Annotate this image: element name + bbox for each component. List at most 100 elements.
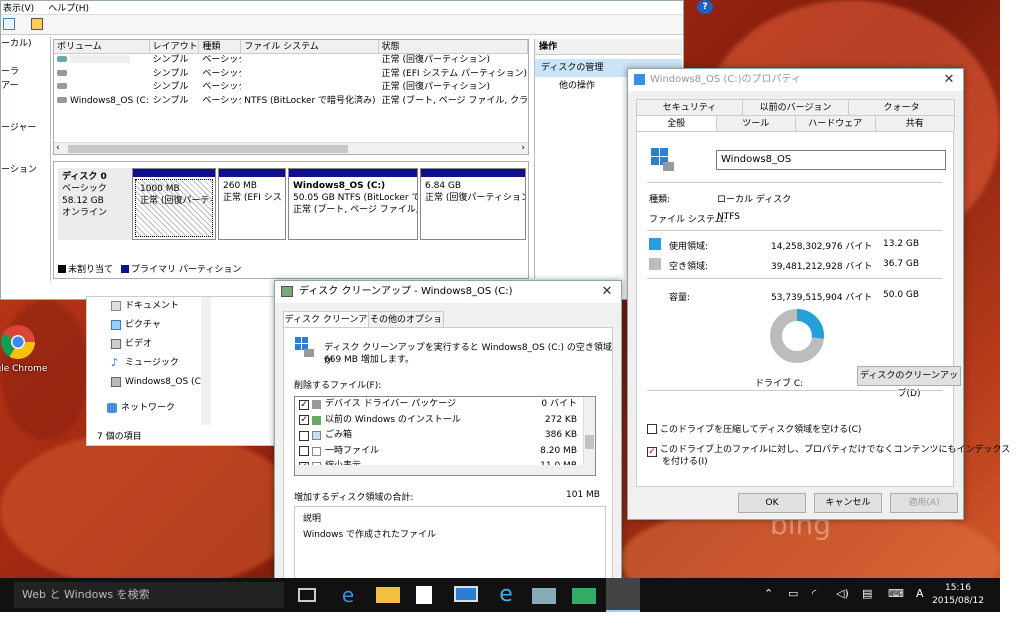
- store-icon[interactable]: [416, 586, 432, 604]
- tab-previous-versions[interactable]: 以前のバージョン: [742, 99, 849, 115]
- tree-item[interactable]: ーション: [1, 163, 50, 177]
- files-to-delete-list[interactable]: ✓ デバイス ドライバー パッケージ 0 バイト ✓ 以前の Windows のインス…: [294, 396, 596, 476]
- menu-help[interactable]: ヘルプ(H): [48, 1, 89, 14]
- edge-icon[interactable]: e: [336, 583, 360, 607]
- col-volume[interactable]: ボリューム: [54, 40, 150, 53]
- list-item[interactable]: ✓ 以前の Windows のインストール 272 KB: [295, 413, 595, 429]
- scrollbar-thumb[interactable]: [585, 435, 594, 449]
- tree-item[interactable]: アー: [1, 79, 50, 93]
- search-box[interactable]: Web と Windows を検索: [14, 582, 284, 608]
- tab-tools[interactable]: ツール: [715, 115, 796, 131]
- tab-security[interactable]: セキュリティ: [636, 99, 743, 115]
- partition-efi[interactable]: 260 MB 正常 (EFI シス: [218, 168, 286, 240]
- nav-drive-c[interactable]: Windows8_OS (C: [111, 373, 201, 391]
- clock[interactable]: 15:16 2015/08/12: [930, 582, 986, 608]
- tab-hardware[interactable]: ハードウェア: [795, 115, 876, 131]
- volume-fs: NTFS (BitLocker で暗号化済み): [244, 95, 376, 106]
- close-icon[interactable]: ✕: [599, 284, 615, 300]
- file-checkbox[interactable]: [299, 446, 309, 457]
- volume-icon[interactable]: ◁): [836, 587, 849, 600]
- table-row[interactable]: シンプル ベーシック 正常 (回復パーティション): [54, 81, 528, 95]
- scroll-right-icon[interactable]: ›: [521, 143, 525, 153]
- tree-item[interactable]: ーカル): [1, 37, 50, 51]
- table-row[interactable]: シンプル ベーシック 正常 (EFI システム パーティション): [54, 68, 528, 82]
- tab-sharing[interactable]: 共有: [874, 115, 955, 131]
- list-item[interactable]: ごみ箱 386 KB: [295, 428, 595, 444]
- ime-indicator[interactable]: A: [916, 587, 924, 600]
- tree-item[interactable]: [1, 51, 50, 65]
- active-app-icon[interactable]: [606, 578, 640, 612]
- col-type[interactable]: 種類: [199, 40, 242, 53]
- col-filesystem[interactable]: ファイル システム: [241, 40, 379, 53]
- drive-name-input[interactable]: Windows8_OS: [716, 150, 946, 170]
- col-status[interactable]: 状態: [379, 40, 528, 53]
- disk-cleanup-taskbar-icon[interactable]: [532, 588, 556, 604]
- disk-map[interactable]: ディスク 0 ベーシック 58.12 GB オンライン 1000 MB 正常 (回…: [53, 161, 529, 279]
- col-layout[interactable]: レイアウト: [150, 40, 200, 53]
- tree-item[interactable]: [1, 135, 50, 149]
- file-checkbox[interactable]: [299, 430, 309, 441]
- keyboard-icon[interactable]: ⌨: [888, 587, 904, 600]
- disk-0-label[interactable]: ディスク 0 ベーシック 58.12 GB オンライン: [58, 168, 132, 240]
- battery-icon[interactable]: ▭: [788, 587, 798, 600]
- horizontal-scrollbar[interactable]: ‹ ›: [54, 142, 528, 154]
- volume-name: [54, 68, 150, 82]
- free-space-swatch: [649, 258, 661, 270]
- nav-videos[interactable]: ビデオ: [111, 335, 152, 353]
- toolbar-view-icon[interactable]: [3, 18, 15, 30]
- list-item[interactable]: ✓ デバイス ドライバー パッケージ 0 バイト: [295, 397, 595, 413]
- file-explorer-icon[interactable]: [376, 587, 400, 603]
- menu-view[interactable]: 表示(V): [3, 1, 34, 14]
- compress-checkbox[interactable]: [647, 424, 657, 434]
- nav-network[interactable]: ネットワーク: [107, 399, 175, 417]
- compress-option[interactable]: このドライブを圧縮してディスク領域を空ける(C): [647, 422, 861, 435]
- explorer-window[interactable]: ドキュメント ピクチャ ビデオ ♪ ミュージック Windows8_OS (C ネ…: [86, 296, 276, 446]
- scroll-left-icon[interactable]: ‹: [56, 143, 60, 153]
- vertical-scrollbar[interactable]: [201, 297, 211, 425]
- index-checkbox[interactable]: ✓: [647, 447, 657, 457]
- drive-taskbar-icon[interactable]: [572, 588, 596, 604]
- disk-cleanup-button[interactable]: ディスクのクリーンアップ(D): [857, 366, 961, 399]
- ok-button[interactable]: OK: [738, 493, 806, 513]
- horizontal-scrollbar[interactable]: [295, 465, 585, 475]
- list-item[interactable]: 一時ファイル 8.20 MB: [295, 444, 595, 460]
- drive-properties-window[interactable]: Windows8_OS (C:)のプロパティ ✕ セキュリティ 以前のバージョン…: [627, 68, 1010, 520]
- tab-more-options[interactable]: その他のオプション: [368, 311, 444, 341]
- show-hidden-icons-icon[interactable]: ⌃: [764, 587, 773, 600]
- files-to-delete-label: 削除するファイル(F):: [294, 381, 382, 391]
- file-checkbox[interactable]: ✓: [299, 399, 309, 410]
- tree-item[interactable]: [1, 93, 50, 107]
- table-row[interactable]: Windows8_OS (C:) シンプル ベーシック NTFS (BitLoc…: [54, 95, 528, 109]
- chrome-icon: [1, 325, 35, 359]
- partition-windows[interactable]: Windows8_OS (C:) 50.05 GB NTFS (BitLocker…: [288, 168, 418, 240]
- wifi-icon[interactable]: ◜: [812, 587, 816, 600]
- partition-recovery-2[interactable]: 6.84 GB 正常 (回復パーティション): [420, 168, 526, 240]
- action-center-icon[interactable]: ▤: [862, 587, 872, 600]
- close-icon[interactable]: ✕: [941, 72, 957, 88]
- monitor-icon[interactable]: [454, 586, 478, 602]
- nav-pictures[interactable]: ピクチャ: [111, 316, 161, 334]
- tab-disk-cleanup[interactable]: ディスク クリーンアップ: [283, 311, 369, 341]
- volume-list[interactable]: ボリューム レイアウト 種類 ファイル システム 状態 シンプル ベーシック 正…: [53, 39, 529, 155]
- disk-cleanup-window[interactable]: ディスク クリーンアップ - Windows8_OS (C:) ✕ ディスク ク…: [274, 280, 622, 582]
- scrollbar-thumb[interactable]: [68, 145, 348, 153]
- task-view-icon[interactable]: [298, 588, 316, 602]
- tree-item[interactable]: [1, 149, 50, 163]
- cancel-button[interactable]: キャンセル: [814, 493, 882, 513]
- table-row[interactable]: シンプル ベーシック 正常 (回復パーティション): [54, 54, 528, 68]
- help-icon[interactable]: ?: [697, 0, 713, 14]
- apply-button[interactable]: 適用(A): [890, 493, 958, 513]
- internet-explorer-icon[interactable]: e: [494, 583, 518, 607]
- disk-management-window[interactable]: 表示(V) ヘルプ(H) ーカル) ーラ アー ージャー ーション ボリューム …: [0, 0, 684, 300]
- tab-quota[interactable]: クォータ: [848, 99, 955, 115]
- tree-item[interactable]: [1, 107, 50, 121]
- nav-documents[interactable]: ドキュメント: [111, 297, 179, 315]
- partition-recovery-1[interactable]: 1000 MB 正常 (回復パーティ: [132, 168, 216, 240]
- nav-music[interactable]: ♪ ミュージック: [111, 354, 179, 372]
- chrome-desktop-shortcut[interactable]: ogle Chrome: [0, 322, 60, 382]
- tree-item[interactable]: ーラ: [1, 65, 50, 79]
- tree-item[interactable]: ージャー: [1, 121, 50, 135]
- file-checkbox[interactable]: ✓: [299, 415, 309, 426]
- tab-general[interactable]: 全般: [636, 115, 717, 131]
- toolbar-properties-icon[interactable]: [31, 18, 43, 30]
